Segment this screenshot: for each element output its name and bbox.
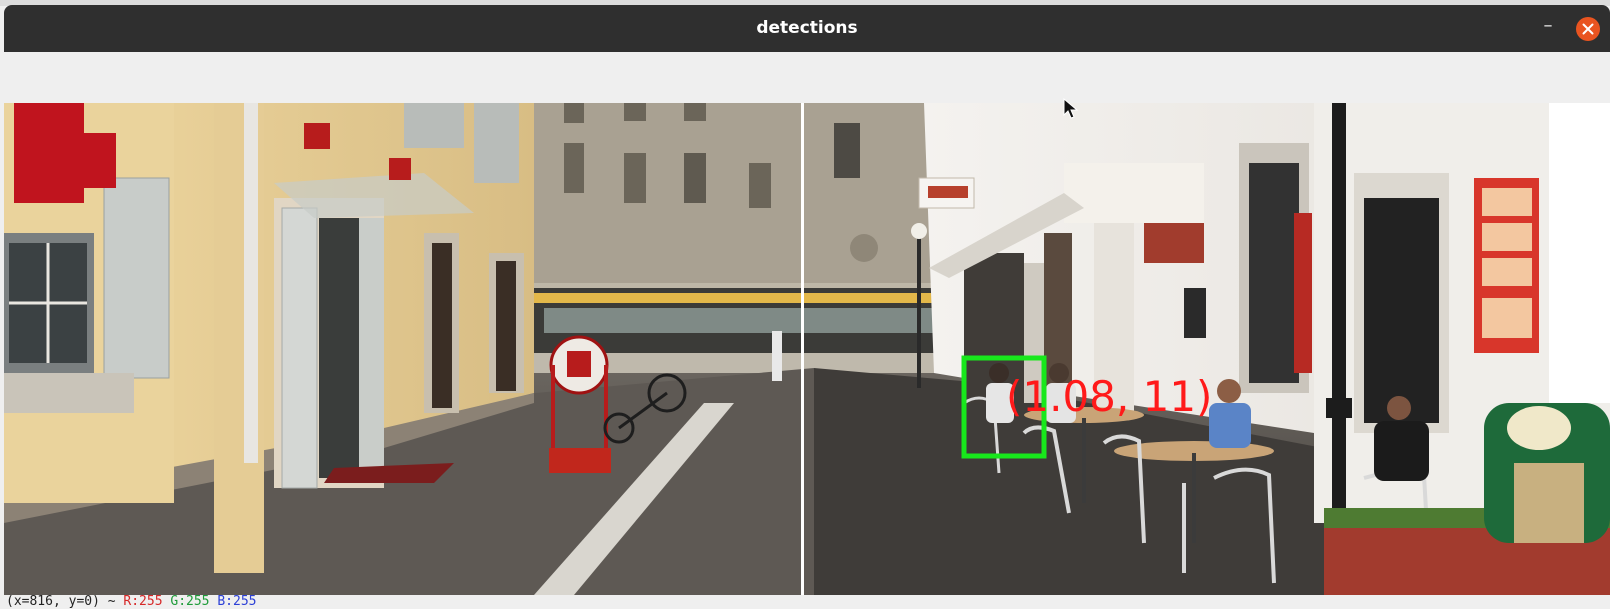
close-button[interactable] <box>1576 17 1600 41</box>
detections-window: detections – (1.08, 11) (x=816, y=0) ~ R… <box>4 5 1610 609</box>
status-green-value: G:255 <box>170 594 210 609</box>
minimize-button[interactable]: – <box>1536 16 1560 40</box>
toolbar <box>4 52 1610 104</box>
detection-overlay: (1.08, 11) <box>961 355 1212 459</box>
status-blue-value: B:255 <box>217 594 257 609</box>
detection-label: (1.08, 11) <box>1006 372 1212 421</box>
mouse-cursor-icon <box>1063 98 1079 119</box>
title-bar[interactable]: detections – <box>4 5 1610 52</box>
image-canvas[interactable]: (1.08, 11) <box>4 103 1610 595</box>
window-title: detections <box>756 18 858 38</box>
status-coordinates: (x=816, y=0) ~ <box>6 594 116 609</box>
close-icon <box>1582 23 1594 35</box>
status-red-value: R:255 <box>123 594 163 609</box>
status-bar: (x=816, y=0) ~ R:255 G:255 B:255 <box>4 595 1610 609</box>
